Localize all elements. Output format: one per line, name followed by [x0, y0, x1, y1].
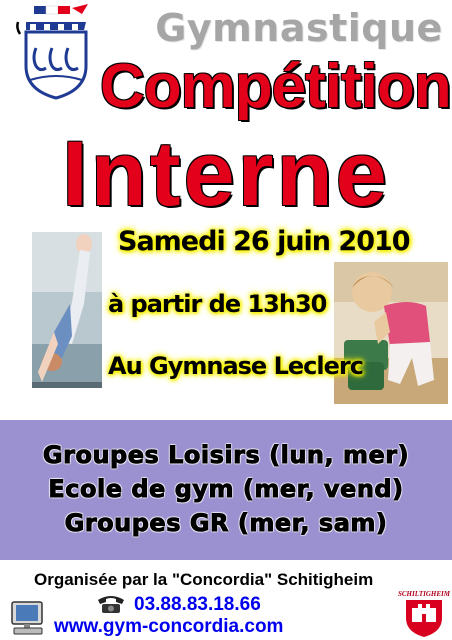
city-logo-label: SCHILTIGHEIM — [398, 590, 450, 598]
event-title-line2: Interne — [62, 123, 390, 225]
gymnast-photo — [32, 232, 102, 388]
group-gr: Groupes GR (mer, sam) — [64, 509, 388, 538]
city-crest-icon: SCHILTIGHEIM — [398, 590, 450, 637]
category-title: Gymnastique — [155, 6, 443, 50]
website-link[interactable]: www.gym-concordia.com — [54, 616, 283, 638]
club-crest-icon — [16, 4, 88, 100]
telephone-icon — [98, 596, 124, 613]
group-loisirs: Groupes Loisirs (lun, mer) — [42, 441, 410, 470]
event-title-line1: Compétition — [100, 52, 452, 121]
event-time: à partir de 13h30 — [108, 290, 327, 318]
event-place: Au Gymnase Leclerc — [108, 352, 364, 380]
group-ecole: Ecole de gym (mer, vend) — [48, 475, 404, 504]
child-photo — [334, 262, 448, 404]
phone-number: 03.88.83.18.66 — [134, 594, 261, 615]
organizer-text: Organisée par la "Concordia" Schitigheim — [34, 570, 374, 589]
event-date: Samedi 26 juin 2010 — [118, 226, 411, 257]
computer-icon — [11, 601, 43, 635]
